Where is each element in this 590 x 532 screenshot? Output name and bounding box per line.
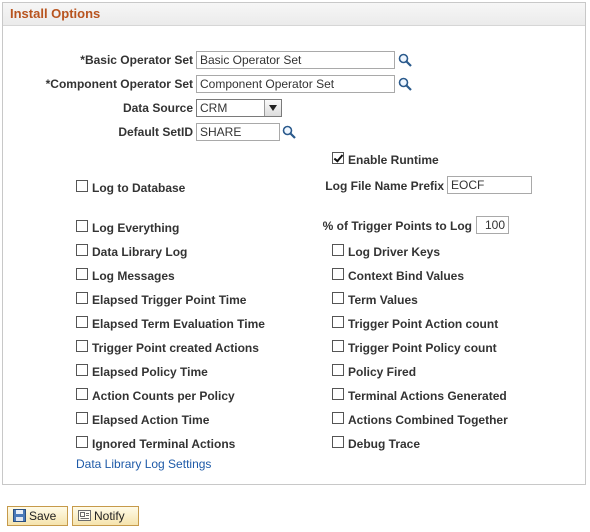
elapsed-term-evaluation-time-checkbox[interactable]	[76, 316, 88, 328]
term-values-checkbox[interactable]	[332, 292, 344, 304]
elapsed-policy-time-checkbox[interactable]	[76, 364, 88, 376]
data-library-log-settings-link[interactable]: Data Library Log Settings	[76, 457, 211, 471]
trigger-point-policy-count-label: Trigger Point Policy count	[348, 341, 497, 355]
action-counts-per-policy-label: Action Counts per Policy	[92, 389, 235, 403]
terminal-actions-generated-label: Terminal Actions Generated	[348, 389, 507, 403]
log-file-name-prefix-input[interactable]: EOCF	[447, 176, 532, 194]
log-driver-keys-checkbox[interactable]	[332, 244, 344, 256]
component-operator-set-input[interactable]: Component Operator Set	[196, 75, 395, 93]
policy-fired-checkbox[interactable]	[332, 364, 344, 376]
component-operator-set-lookup-icon[interactable]	[398, 77, 412, 91]
debug-trace-checkbox[interactable]	[332, 436, 344, 448]
trigger-points-to-log-input[interactable]: 100	[476, 216, 509, 234]
actions-combined-together-label: Actions Combined Together	[348, 413, 508, 427]
debug-trace-label: Debug Trace	[348, 437, 421, 451]
component-operator-set-label: *Component Operator Set	[45, 77, 193, 91]
data-library-log-label: Data Library Log	[92, 245, 188, 259]
trigger-point-action-count-checkbox[interactable]	[332, 316, 344, 328]
save-button-label: Save	[29, 509, 57, 523]
elapsed-action-time-checkbox[interactable]	[76, 412, 88, 424]
data-source-label: Data Source	[122, 101, 193, 115]
default-setid-input[interactable]: SHARE	[196, 123, 280, 141]
elapsed-trigger-point-time-checkbox[interactable]	[76, 292, 88, 304]
log-messages-checkbox[interactable]	[76, 268, 88, 280]
policy-fired-label: Policy Fired	[348, 365, 417, 379]
trigger-point-policy-count-checkbox[interactable]	[332, 340, 344, 352]
panel-header: Install Options	[3, 3, 585, 26]
elapsed-trigger-point-time-label: Elapsed Trigger Point Time	[92, 293, 247, 307]
notify-button[interactable]: Notify	[72, 506, 139, 526]
data-source-select[interactable]: CRM	[196, 99, 282, 117]
trigger-points-to-log-label: % of Trigger Points to Log	[322, 219, 472, 233]
default-setid-label: Default SetID	[118, 125, 193, 139]
log-file-name-prefix-label: Log File Name Prefix	[325, 179, 444, 193]
elapsed-action-time-label: Elapsed Action Time	[92, 413, 210, 427]
term-values-label: Term Values	[348, 293, 418, 307]
enable-runtime-label: Enable Runtime	[348, 153, 439, 167]
trigger-point-created-actions-checkbox[interactable]	[76, 340, 88, 352]
floppy-disk-icon	[13, 509, 26, 522]
log-to-database-label: Log to Database	[92, 181, 186, 195]
log-everything-label: Log Everything	[92, 221, 180, 235]
log-messages-label: Log Messages	[92, 269, 175, 283]
log-to-database-checkbox[interactable]	[76, 180, 88, 192]
context-bind-values-checkbox[interactable]	[332, 268, 344, 280]
log-driver-keys-label: Log Driver Keys	[348, 245, 441, 259]
elapsed-term-evaluation-time-label: Elapsed Term Evaluation Time	[92, 317, 265, 331]
chevron-down-icon	[264, 100, 281, 116]
enable-runtime-checkbox[interactable]	[332, 152, 344, 164]
basic-operator-set-label: *Basic Operator Set	[80, 53, 193, 67]
actions-combined-together-checkbox[interactable]	[332, 412, 344, 424]
data-library-log-checkbox[interactable]	[76, 244, 88, 256]
notify-button-label: Notify	[94, 509, 125, 523]
ignored-terminal-actions-label: Ignored Terminal Actions	[92, 437, 236, 451]
ignored-terminal-actions-checkbox[interactable]	[76, 436, 88, 448]
elapsed-policy-time-label: Elapsed Policy Time	[92, 365, 208, 379]
notify-icon	[78, 510, 91, 521]
trigger-point-created-actions-label: Trigger Point created Actions	[92, 341, 259, 355]
default-setid-lookup-icon[interactable]	[282, 125, 296, 139]
action-counts-per-policy-checkbox[interactable]	[76, 388, 88, 400]
terminal-actions-generated-checkbox[interactable]	[332, 388, 344, 400]
context-bind-values-label: Context Bind Values	[348, 269, 465, 283]
save-button[interactable]: Save	[7, 506, 68, 526]
basic-operator-set-input[interactable]: Basic Operator Set	[196, 51, 395, 69]
basic-operator-set-lookup-icon[interactable]	[398, 53, 412, 67]
data-source-value: CRM	[200, 101, 228, 115]
panel-title: Install Options	[10, 6, 101, 21]
trigger-point-action-count-label: Trigger Point Action count	[348, 317, 499, 331]
log-everything-checkbox[interactable]	[76, 220, 88, 232]
